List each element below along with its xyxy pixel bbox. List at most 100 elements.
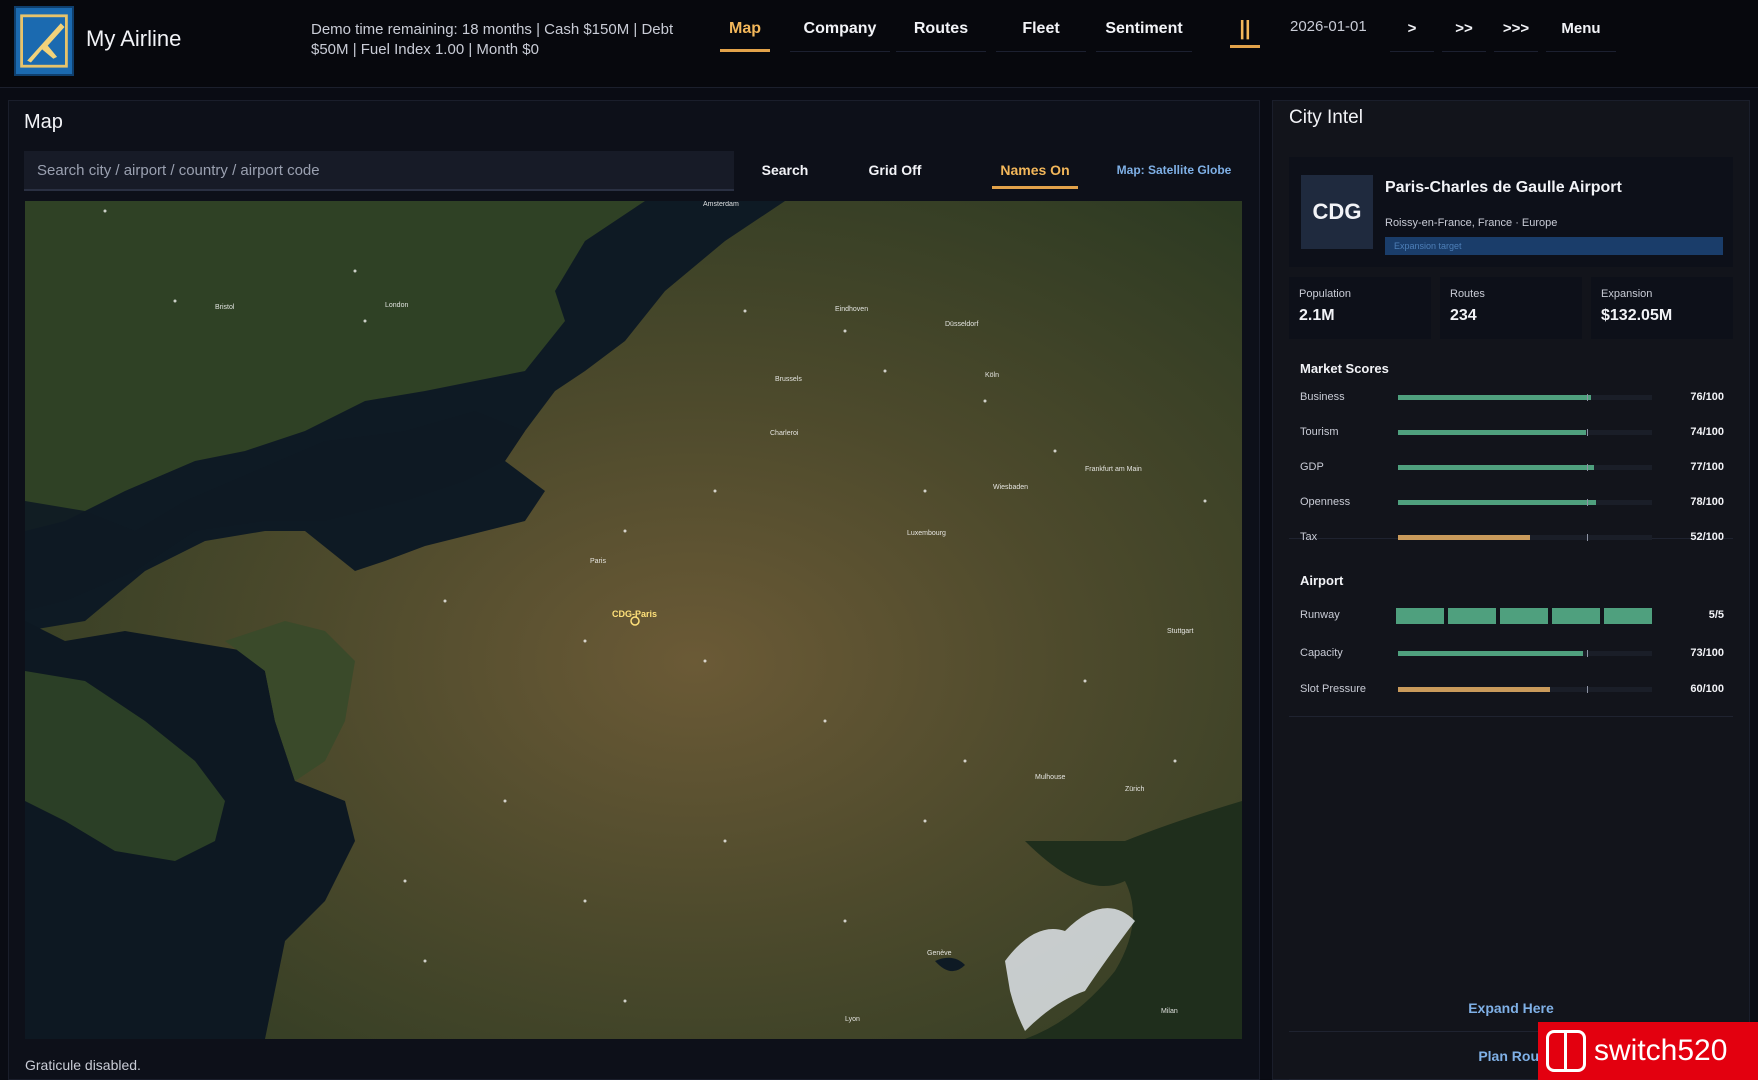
runway-row: Runway 5/5 xyxy=(1300,605,1724,625)
stat-value: 234 xyxy=(1450,307,1477,324)
score-label: Tax xyxy=(1300,531,1318,543)
score-value: 78/100 xyxy=(1690,496,1724,508)
score-bar xyxy=(1398,465,1594,470)
score-row: Tax 52/100 xyxy=(1300,527,1724,547)
finance-status: Demo time remaining: 18 months | Cash $1… xyxy=(311,20,701,60)
score-row: Capacity 73/100 xyxy=(1300,643,1724,663)
score-row: Tourism 74/100 xyxy=(1300,422,1724,442)
city-intel-panel: City Intel CDG Paris-Charles de Gaulle A… xyxy=(1272,100,1750,1080)
stat-label: Routes xyxy=(1450,288,1485,300)
menu-button[interactable]: Menu xyxy=(1546,16,1616,52)
pause-button[interactable]: || xyxy=(1230,16,1260,48)
score-label: Slot Pressure xyxy=(1300,683,1367,695)
market-scores-title: Market Scores xyxy=(1300,361,1389,376)
place-label: Lyon xyxy=(845,1016,860,1023)
place-label: Wiesbaden xyxy=(993,484,1028,491)
score-label: GDP xyxy=(1300,461,1324,473)
map-mode-button[interactable]: Map: Satellite Globe xyxy=(1109,153,1239,189)
stat-population: Population 2.1M xyxy=(1289,277,1431,339)
runway-segment xyxy=(1500,608,1548,624)
score-bar xyxy=(1398,535,1531,540)
runway-segment xyxy=(1552,608,1600,624)
score-row: GDP 77/100 xyxy=(1300,457,1724,477)
score-label: Capacity xyxy=(1300,647,1343,659)
stat-routes: Routes 234 xyxy=(1440,277,1582,339)
score-bar xyxy=(1398,651,1584,656)
stat-value: $132.05M xyxy=(1601,307,1673,324)
grid-toggle-button[interactable]: Grid Off xyxy=(855,153,935,189)
score-value: 73/100 xyxy=(1690,647,1724,659)
speed-1-button[interactable]: > xyxy=(1390,16,1434,52)
place-label: Frankfurt am Main xyxy=(1085,466,1142,473)
score-value: 77/100 xyxy=(1690,461,1724,473)
airline-logo xyxy=(14,6,74,76)
place-label: Mulhouse xyxy=(1035,774,1065,781)
airport-card: CDG Paris-Charles de Gaulle Airport Rois… xyxy=(1289,157,1733,267)
place-label: London xyxy=(385,302,408,309)
score-label: Openness xyxy=(1300,496,1351,508)
top-bar: My Airline Demo time remaining: 18 month… xyxy=(0,0,1758,88)
score-bar xyxy=(1398,430,1586,435)
runway-value: 5/5 xyxy=(1708,609,1724,621)
city-intel-title: City Intel xyxy=(1289,107,1363,128)
tab-map[interactable]: Map xyxy=(720,16,770,52)
place-label: Bristol xyxy=(215,304,235,311)
place-label: Paris xyxy=(590,558,606,565)
status-badge: Expansion target xyxy=(1385,237,1723,255)
runway-segment xyxy=(1604,608,1652,624)
speed-2-button[interactable]: >> xyxy=(1442,16,1486,52)
map-panel: Map Search Grid Off Names On Map: Satell… xyxy=(8,100,1260,1080)
place-label: Amsterdam xyxy=(703,201,739,208)
stat-label: Population xyxy=(1299,288,1351,300)
airline-name: My Airline xyxy=(86,26,182,51)
place-label: Luxembourg xyxy=(907,530,946,537)
satellite-map[interactable]: Amsterdam Bristol London Eindhoven Düsse… xyxy=(25,201,1242,1039)
score-bar xyxy=(1398,395,1592,400)
market-scores-section: Market Scores Business 76/100 Tourism 74… xyxy=(1289,349,1733,543)
stat-label: Expansion xyxy=(1601,288,1653,300)
status-line-1: Demo time remaining: 18 months | Cash $1… xyxy=(311,21,674,38)
score-value: 74/100 xyxy=(1690,426,1724,438)
place-label: Eindhoven xyxy=(835,306,868,313)
runway-segment xyxy=(1396,608,1444,624)
runway-label: Runway xyxy=(1300,609,1340,621)
game-date: 2026-01-01 xyxy=(1290,18,1367,35)
place-label: Genève xyxy=(927,950,952,957)
stat-expansion: Expansion $132.05M xyxy=(1591,277,1733,339)
airport-code: CDG xyxy=(1301,175,1373,249)
score-bar xyxy=(1398,687,1551,692)
names-toggle-button[interactable]: Names On xyxy=(992,153,1078,189)
place-label: Charleroi xyxy=(770,430,799,437)
search-button[interactable]: Search xyxy=(747,153,823,189)
airport-section-title: Airport xyxy=(1300,573,1344,588)
search-input[interactable] xyxy=(24,151,734,191)
tab-company[interactable]: Company xyxy=(790,16,890,52)
watermark: switch520 xyxy=(1538,1022,1758,1080)
status-line-2: $50M | Fuel Index 1.00 | Month $0 xyxy=(311,41,539,58)
stat-value: 2.1M xyxy=(1299,307,1335,324)
score-value: 52/100 xyxy=(1690,531,1724,543)
score-row: Business 76/100 xyxy=(1300,387,1724,407)
score-row: Openness 78/100 xyxy=(1300,492,1724,512)
place-label: Stuttgart xyxy=(1167,628,1194,635)
airport-section: Airport Runway 5/5 Capacity 73/100 Slot … xyxy=(1289,561,1733,717)
score-value: 76/100 xyxy=(1690,391,1724,403)
tab-fleet[interactable]: Fleet xyxy=(996,16,1086,52)
place-label: Düsseldorf xyxy=(945,321,979,328)
speed-3-button[interactable]: >>> xyxy=(1494,16,1538,52)
map-panel-title: Map xyxy=(24,111,63,133)
runway-segment xyxy=(1448,608,1496,624)
tab-sentiment[interactable]: Sentiment xyxy=(1096,16,1192,52)
airport-location: Roissy-en-France, France · Europe xyxy=(1385,217,1558,229)
place-label: Zürich xyxy=(1125,786,1145,793)
switch-console-icon xyxy=(1546,1030,1586,1072)
place-label: Milan xyxy=(1161,1008,1178,1015)
map-footnote: Graticule disabled. xyxy=(25,1057,141,1073)
score-label: Business xyxy=(1300,391,1345,403)
score-label: Tourism xyxy=(1300,426,1339,438)
watermark-text: switch520 xyxy=(1594,1034,1728,1067)
place-label: Köln xyxy=(985,372,999,379)
place-label: Brussels xyxy=(775,376,802,383)
score-value: 60/100 xyxy=(1690,683,1724,695)
tab-routes[interactable]: Routes xyxy=(896,16,986,52)
